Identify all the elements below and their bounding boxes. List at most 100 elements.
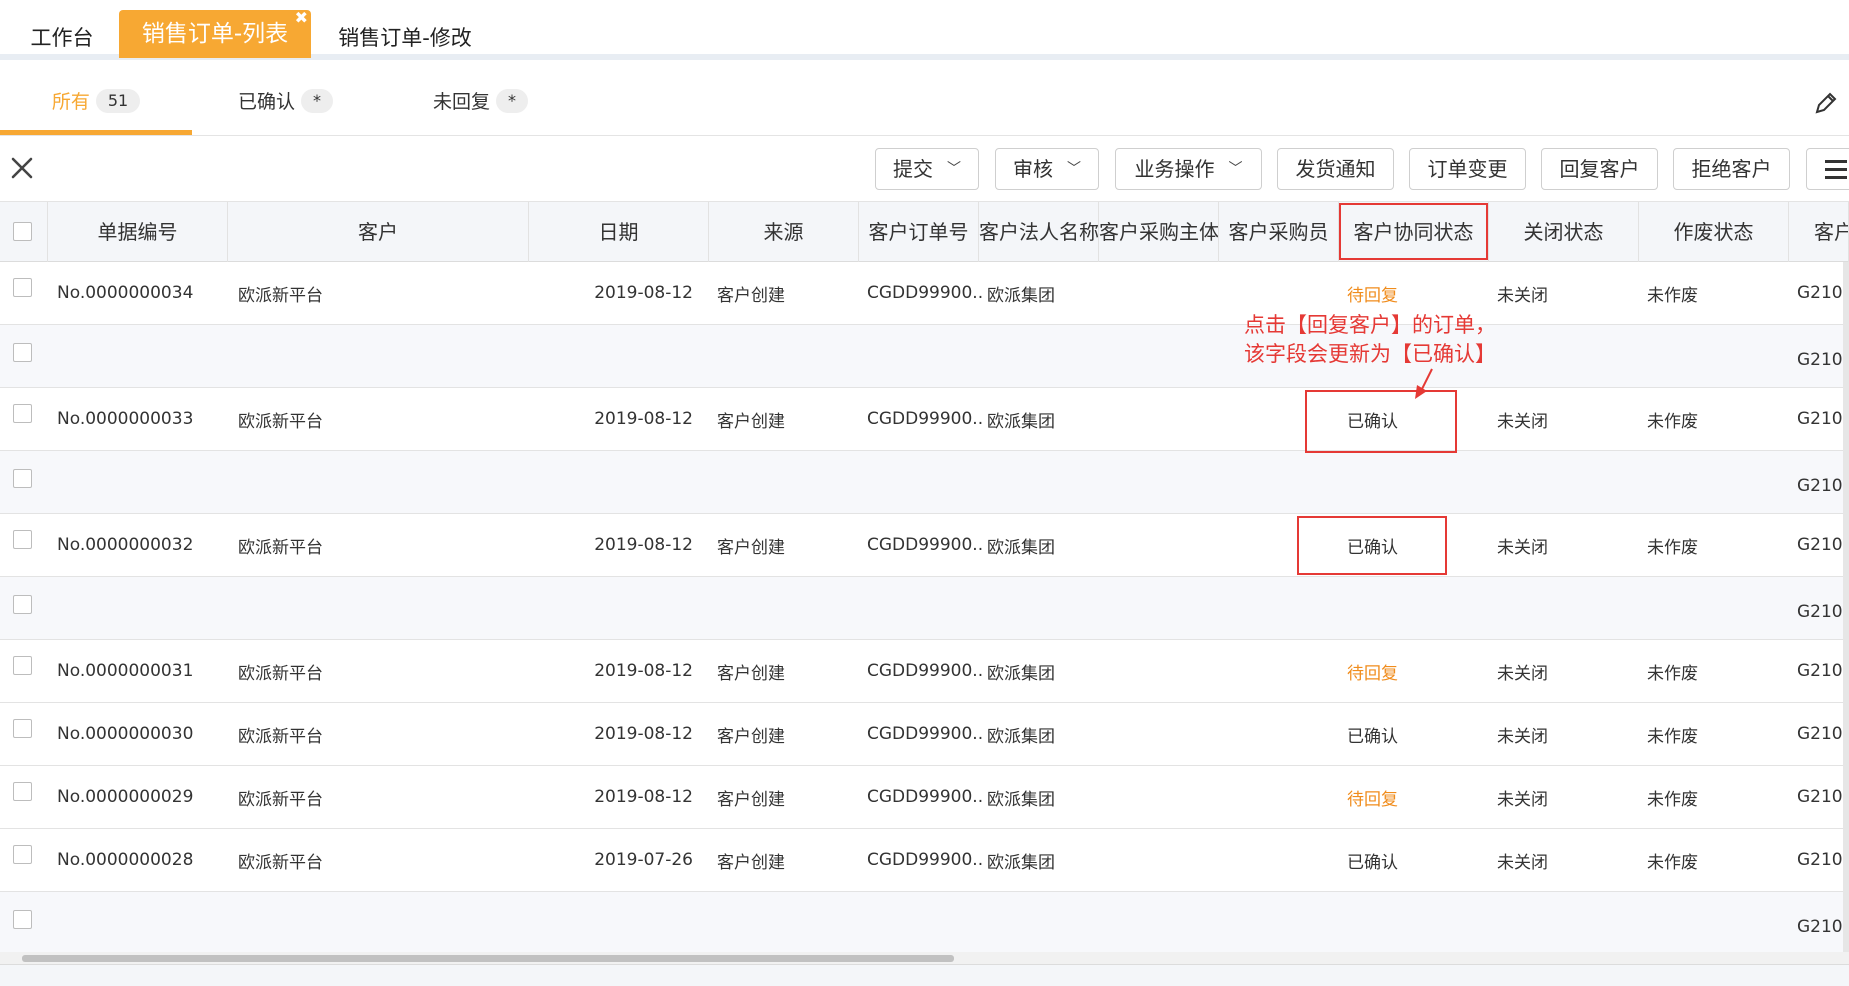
row-order-number-cell: CGDD99900... — [867, 283, 982, 303]
column-header[interactable]: 客户采购主体 — [1099, 202, 1219, 262]
row-checkbox[interactable] — [13, 278, 32, 297]
tab-sales-order-list[interactable]: 销售订单-列表 ✖ — [119, 8, 311, 58]
row-legal-name-cell: 欧派集团 — [987, 411, 1055, 432]
table-row[interactable]: No.0000000033 欧派新平台 2019-08-12 客户创建 CGDD9990… — [0, 388, 1849, 451]
row-legal-name-cell: 欧派集团 — [987, 789, 1055, 810]
review-button[interactable]: 审核 ﹀ — [995, 148, 1099, 190]
select-all-checkbox[interactable] — [13, 222, 32, 241]
row-date-cell — [577, 892, 707, 954]
table-row[interactable]: No.0000000028 欧派新平台 2019-07-26 客户创建 CGDD9990… — [0, 829, 1849, 892]
row-checkbox[interactable] — [13, 343, 32, 362]
horizontal-scrollbar[interactable] — [0, 952, 1849, 964]
table-header: 单据编号 客户 日期 来源 客户订单号 客户法人名称 客户采购主体 客户采购员 … — [0, 202, 1849, 262]
filter-tab-unreplied[interactable]: 未回复 * — [433, 60, 529, 135]
row-legal-name-cell — [987, 451, 1097, 513]
column-header[interactable]: 日期 — [529, 202, 709, 262]
business-ops-button[interactable]: 业务操作 ﹀ — [1115, 148, 1262, 190]
reject-customer-button[interactable]: 拒绝客户 — [1673, 148, 1790, 190]
column-header[interactable]: 客户订单号 — [859, 202, 979, 262]
row-status-cell — [1347, 892, 1487, 954]
table-row[interactable]: No.0000000031 欧派新平台 2019-08-12 客户创建 CGDD9990… — [0, 640, 1849, 703]
table-row[interactable]: G2103 — [0, 577, 1849, 640]
status-cell-highlight — [1297, 516, 1447, 575]
row-number-cell — [57, 892, 227, 954]
table-row[interactable]: No.0000000029 欧派新平台 2019-08-12 客户创建 CGDD9990… — [0, 766, 1849, 829]
column-header[interactable]: 来源 — [709, 202, 859, 262]
row-checkbox[interactable] — [13, 404, 32, 423]
table-row[interactable]: No.0000000032 欧派新平台 2019-08-12 客户创建 CGDD9990… — [0, 514, 1849, 577]
row-closed-cell: 未关闭 — [1497, 537, 1548, 558]
row-extra-cell: G2103 — [1797, 535, 1849, 555]
column-header[interactable]: 作废状态 — [1639, 202, 1789, 262]
row-source-cell: 客户创建 — [717, 663, 785, 684]
row-closed-cell: 未关闭 — [1497, 726, 1548, 747]
row-date-cell: 2019-07-26 — [594, 850, 693, 870]
column-header[interactable]: 单据编号 — [48, 202, 228, 262]
tab-workbench[interactable]: 工作台 — [22, 10, 102, 58]
reply-customer-button[interactable]: 回复客户 — [1541, 148, 1658, 190]
row-legal-name-cell — [987, 892, 1097, 954]
table-row[interactable]: G2103 — [0, 325, 1849, 388]
row-void-cell — [1647, 892, 1787, 954]
count-badge: * — [496, 89, 529, 113]
filter-tab-confirmed[interactable]: 已确认 * — [238, 60, 334, 135]
tab-label: 销售订单-列表 — [141, 21, 289, 47]
row-number-cell: No.0000000031 — [57, 661, 194, 681]
tab-sales-order-edit[interactable]: 销售订单-修改 — [330, 10, 480, 58]
top-tab-bar: 工作台 销售订单-列表 ✖ 销售订单-修改 — [0, 0, 1849, 60]
vertical-scrollbar[interactable] — [1843, 262, 1849, 952]
submit-button[interactable]: 提交 ﹀ — [875, 148, 979, 190]
column-header[interactable]: 客户采购员 — [1219, 202, 1339, 262]
row-checkbox[interactable] — [13, 910, 32, 929]
button-label: 提交 — [893, 157, 933, 181]
row-status-cell: 待回复 — [1347, 663, 1398, 684]
status-header-highlight — [1339, 203, 1488, 260]
order-change-button[interactable]: 订单变更 — [1409, 148, 1526, 190]
row-number-cell: No.0000000028 — [57, 850, 194, 870]
row-source-cell: 客户创建 — [717, 411, 785, 432]
shipping-notice-button[interactable]: 发货通知 — [1277, 148, 1394, 190]
row-void-cell — [1647, 325, 1787, 387]
column-header[interactable]: 客户法人名称 — [979, 202, 1099, 262]
table-row[interactable]: No.0000000030 欧派新平台 2019-08-12 客户创建 CGDD9990… — [0, 703, 1849, 766]
row-extra-cell: G2103 — [1797, 917, 1849, 937]
row-extra-cell: G2103 — [1797, 283, 1849, 303]
row-status-cell: 待回复 — [1347, 789, 1398, 810]
filter-tab-all[interactable]: 所有 51 — [0, 60, 192, 135]
column-header[interactable]: 关闭状态 — [1489, 202, 1639, 262]
row-number-cell: No.0000000030 — [57, 724, 194, 744]
row-checkbox[interactable] — [13, 595, 32, 614]
table-row[interactable]: No.0000000034 欧派新平台 2019-08-12 客户创建 CGDD9990… — [0, 262, 1849, 325]
row-source-cell: 客户创建 — [717, 789, 785, 810]
annotation-note: 点击【回复客户】的订单， 该字段会更新为【已确认】 — [1244, 311, 1496, 369]
edit-pencil-icon[interactable] — [1813, 90, 1839, 116]
row-checkbox[interactable] — [13, 719, 32, 738]
row-order-number-cell: CGDD99900... — [867, 409, 982, 429]
row-checkbox[interactable] — [13, 782, 32, 801]
table-row[interactable]: G2103 — [0, 892, 1849, 955]
scrollbar-thumb[interactable] — [22, 955, 954, 962]
filter-tab-label: 未回复 — [433, 91, 491, 113]
row-void-cell: 未作废 — [1647, 726, 1698, 747]
column-menu-button[interactable] — [1806, 148, 1849, 190]
chevron-down-icon: ﹀ — [947, 161, 961, 177]
filter-tab-label: 已确认 — [238, 91, 296, 113]
row-date-cell: 2019-08-12 — [594, 409, 693, 429]
row-legal-name-cell: 欧派集团 — [987, 726, 1055, 747]
row-number-cell: No.0000000029 — [57, 787, 194, 807]
row-checkbox[interactable] — [13, 845, 32, 864]
annotation-line: 点击【回复客户】的订单， — [1244, 313, 1496, 337]
close-tab-icon[interactable]: ✖ — [295, 8, 308, 28]
row-legal-name-cell: 欧派集团 — [987, 663, 1055, 684]
row-checkbox[interactable] — [13, 530, 32, 549]
row-customer-cell — [238, 325, 528, 387]
row-source-cell: 客户创建 — [717, 537, 785, 558]
column-header[interactable]: 客户 — [228, 202, 529, 262]
table-row[interactable]: G2103 — [0, 451, 1849, 514]
row-date-cell: 2019-08-12 — [594, 787, 693, 807]
row-checkbox[interactable] — [13, 469, 32, 488]
close-icon[interactable] — [8, 154, 36, 182]
column-header[interactable]: 客户 — [1789, 202, 1849, 262]
row-number-cell: No.0000000033 — [57, 409, 194, 429]
row-checkbox[interactable] — [13, 656, 32, 675]
